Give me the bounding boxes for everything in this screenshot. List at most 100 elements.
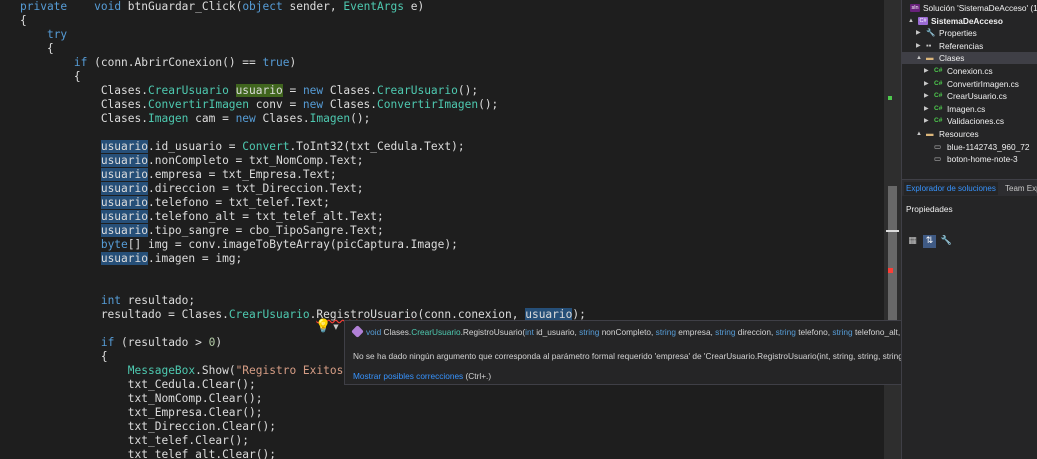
- code-token: .telefono_alt = txt_telef_alt.Text;: [147, 210, 384, 223]
- code-token: {: [20, 14, 27, 27]
- code-token: cam =: [188, 112, 236, 125]
- code-token: "Registro Exitoso": [235, 364, 357, 377]
- tree-item[interactable]: ▶ C# Conexion.cs: [902, 65, 1037, 77]
- signature-token: string: [715, 327, 736, 337]
- signature-token: id_usuario,: [533, 327, 580, 337]
- code-token: Clases.: [323, 84, 378, 97]
- code-token: {: [20, 350, 108, 363]
- code-token: resultado;: [121, 294, 196, 307]
- tree-item-label: Conexion.cs: [947, 66, 993, 76]
- signature-token: void: [366, 327, 382, 337]
- code-token: ();: [478, 98, 499, 111]
- code-token: true: [262, 56, 290, 69]
- code-token: txt_Empresa.Clear();: [20, 406, 263, 419]
- code-line: txt_Empresa.Clear();: [20, 406, 263, 420]
- tab-solution-explorer[interactable]: Explorador de soluciones: [904, 182, 998, 195]
- error-marker: [888, 268, 893, 273]
- tree-item[interactable]: ▭ blue-1142743_960_72: [902, 141, 1037, 153]
- tree-item[interactable]: ▲ C# SistemaDeAcceso: [902, 15, 1037, 27]
- alphabetical-sort-icon[interactable]: ⇅: [923, 234, 936, 248]
- expand-arrow-icon[interactable]: ▶: [924, 65, 929, 77]
- tree-item[interactable]: sln Solución 'SistemaDeAcceso' (1: [902, 2, 1037, 14]
- tree-item[interactable]: ▶ C# CrearUsuario.cs: [902, 90, 1037, 102]
- code-editor[interactable]: private void btnGuardar_Click(object sen…: [0, 0, 884, 459]
- tree-item[interactable]: ▶ 🔧 Properties: [902, 27, 1037, 39]
- code-token: new: [235, 112, 256, 125]
- code-token: Clases.: [323, 98, 378, 111]
- code-token: .imagen = img;: [147, 252, 243, 265]
- tree-item[interactable]: ▲ ▬ Resources: [902, 128, 1037, 140]
- tree-item[interactable]: ▶ C# Validaciones.cs: [902, 115, 1037, 127]
- expand-arrow-icon[interactable]: ▶: [924, 90, 929, 102]
- tree-item-label: Resources: [939, 129, 979, 139]
- expand-arrow-icon[interactable]: ▶: [924, 103, 929, 115]
- lightbulb-icon[interactable]: 💡: [315, 320, 331, 333]
- tree-item-label: blue-1142743_960_72: [947, 141, 1030, 152]
- project-icon: C#: [918, 16, 928, 25]
- code-token: if: [100, 336, 115, 349]
- code-token: ();: [350, 112, 371, 125]
- code-token: Clases.: [20, 84, 148, 97]
- csharp-file-icon: C#: [934, 104, 943, 112]
- editor-vertical-scrollbar[interactable]: [884, 0, 901, 459]
- code-token: Clases.: [255, 112, 310, 125]
- properties-title: Propiedades: [906, 204, 953, 214]
- expand-arrow-icon[interactable]: ▶: [916, 40, 921, 52]
- code-token: txt_Cedula.Clear();: [20, 378, 256, 391]
- code-token: new: [302, 84, 324, 97]
- tree-item-label: Clases: [939, 53, 965, 64]
- code-token: ();: [457, 84, 479, 97]
- collapse-arrow-icon[interactable]: ▲: [916, 52, 922, 64]
- code-line: byte[] img = conv.imageToByteArray(picCa…: [20, 238, 458, 252]
- code-token: {: [20, 42, 54, 55]
- tree-item-label: Solución 'SistemaDeAcceso' (1: [923, 3, 1037, 13]
- csharp-file-icon: C#: [934, 67, 943, 74]
- tree-item[interactable]: ▶ ▪▪ Referencias: [902, 40, 1037, 52]
- tree-item[interactable]: ▲ ▬ Clases: [902, 52, 1037, 65]
- code-line: MessageBox.Show("Registro Exitoso");: [20, 364, 371, 378]
- code-token: conv =: [249, 98, 303, 111]
- code-line: txt_telef_alt.Clear();: [20, 448, 276, 459]
- expand-arrow-icon[interactable]: ▶: [924, 115, 929, 127]
- expand-arrow-icon[interactable]: ▶: [924, 78, 929, 90]
- categorized-icon[interactable]: ▦: [906, 235, 919, 248]
- tab-team-explorer[interactable]: Team Exp: [1005, 182, 1037, 195]
- tree-item[interactable]: ▶ C# Imagen.cs: [902, 103, 1037, 115]
- code-token: (conn.AbrirConexion() ==: [87, 56, 263, 69]
- signature-token: string: [832, 327, 853, 337]
- solution-explorer-pane: sln Solución 'SistemaDeAcceso' (1 ▲ C# Siste…: [901, 0, 1037, 459]
- code-token: Convert: [242, 140, 290, 153]
- collapse-arrow-icon[interactable]: ▲: [916, 128, 922, 140]
- code-line: usuario.telefono = txt_telef.Text;: [20, 196, 330, 210]
- code-token: .empresa = txt_Empresa.Text;: [147, 168, 337, 181]
- collapse-arrow-icon[interactable]: ▲: [908, 15, 914, 27]
- code-line: usuario.imagen = img;: [20, 252, 242, 266]
- code-token: btnGuardar_Click(: [121, 0, 243, 13]
- chevron-down-icon[interactable]: ▼: [333, 323, 338, 331]
- code-token: try: [46, 28, 68, 41]
- tree-item[interactable]: ▶ C# ConvertirImagen.cs: [902, 78, 1037, 90]
- code-line: {: [20, 14, 27, 28]
- expand-arrow-icon[interactable]: ▶: [916, 27, 921, 39]
- code-token: usuario: [100, 196, 148, 209]
- code-token: .nonCompleto = txt_NomComp.Text;: [147, 154, 364, 167]
- show-fixes-link[interactable]: Mostrar posibles correcciones: [353, 371, 463, 381]
- quick-actions-lightbulb[interactable]: 💡 ▼: [315, 318, 339, 335]
- code-line: if (conn.AbrirConexion() == true): [20, 56, 296, 70]
- tree-item[interactable]: ▭ boton-home-note-3: [902, 153, 1037, 165]
- property-pages-icon[interactable]: 🔧: [940, 235, 953, 248]
- code-token: .direccion = txt_Direccion.Text;: [147, 182, 364, 195]
- code-token: CrearUsuario: [228, 308, 310, 321]
- code-token: ConvertirImagen: [147, 98, 250, 111]
- code-token: txt_NomComp.Clear();: [20, 392, 263, 405]
- tree-item-label: Properties: [939, 28, 977, 39]
- tree-item-label: Referencias: [939, 40, 984, 51]
